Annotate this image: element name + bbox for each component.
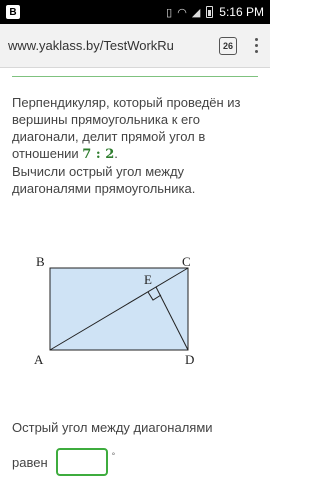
- rectangle-figure: B C A D E: [34, 256, 194, 367]
- url-field[interactable]: www.yaklass.by/TestWorkRu: [8, 38, 207, 53]
- answer-label: равен: [12, 454, 48, 470]
- problem-line: вершины прямоугольника к его: [12, 112, 200, 127]
- ratio-value: 7 : 2: [82, 147, 115, 162]
- battery-icon: [206, 6, 214, 18]
- vertex-label-b: B: [36, 256, 45, 269]
- status-time: 5:16 PM: [219, 5, 264, 19]
- problem-line: отношении 7 : 2.: [12, 145, 262, 163]
- point-label-e: E: [144, 272, 152, 287]
- problem-text-fragment: отношении: [12, 146, 79, 161]
- browser-menu-button[interactable]: [251, 36, 262, 55]
- problem-text: Перпендикуляр, который проведён из верши…: [12, 94, 262, 197]
- answer-row: равен °: [12, 448, 115, 476]
- answer-input[interactable]: [55, 448, 108, 476]
- problem-line: диагоналями прямоугольника.: [12, 181, 196, 196]
- signal-icon: ◢: [191, 6, 201, 19]
- degree-unit: °: [111, 451, 116, 461]
- tab-switcher-button[interactable]: 26: [219, 36, 237, 55]
- answer-prompt: Острый угол между диагоналями: [12, 420, 213, 435]
- status-bar: B ▯ ◠ ◢ 5:16 PM: [0, 0, 270, 24]
- vertex-label-d: D: [185, 352, 194, 367]
- vertex-label-c: C: [182, 256, 191, 269]
- menu-dot-icon: [255, 50, 258, 53]
- menu-dot-icon: [255, 38, 258, 41]
- problem-line: Перпендикуляр, который проведён из: [12, 95, 241, 110]
- problem-line: диагонали, делит прямой угол в: [12, 129, 206, 144]
- menu-dot-icon: [255, 44, 258, 47]
- problem-text-fragment: .: [114, 146, 118, 161]
- problem-line: Вычисли острый угол между: [12, 164, 185, 179]
- app-notification-icon: B: [6, 5, 20, 19]
- browser-toolbar: www.yaklass.by/TestWorkRu 26: [0, 24, 270, 68]
- wifi-icon: ◠: [177, 6, 187, 19]
- page-content: Перпендикуляр, который проведён из верши…: [0, 68, 270, 480]
- section-divider: [12, 76, 258, 77]
- vibrate-icon: ▯: [166, 6, 173, 19]
- vertex-label-a: A: [34, 352, 44, 367]
